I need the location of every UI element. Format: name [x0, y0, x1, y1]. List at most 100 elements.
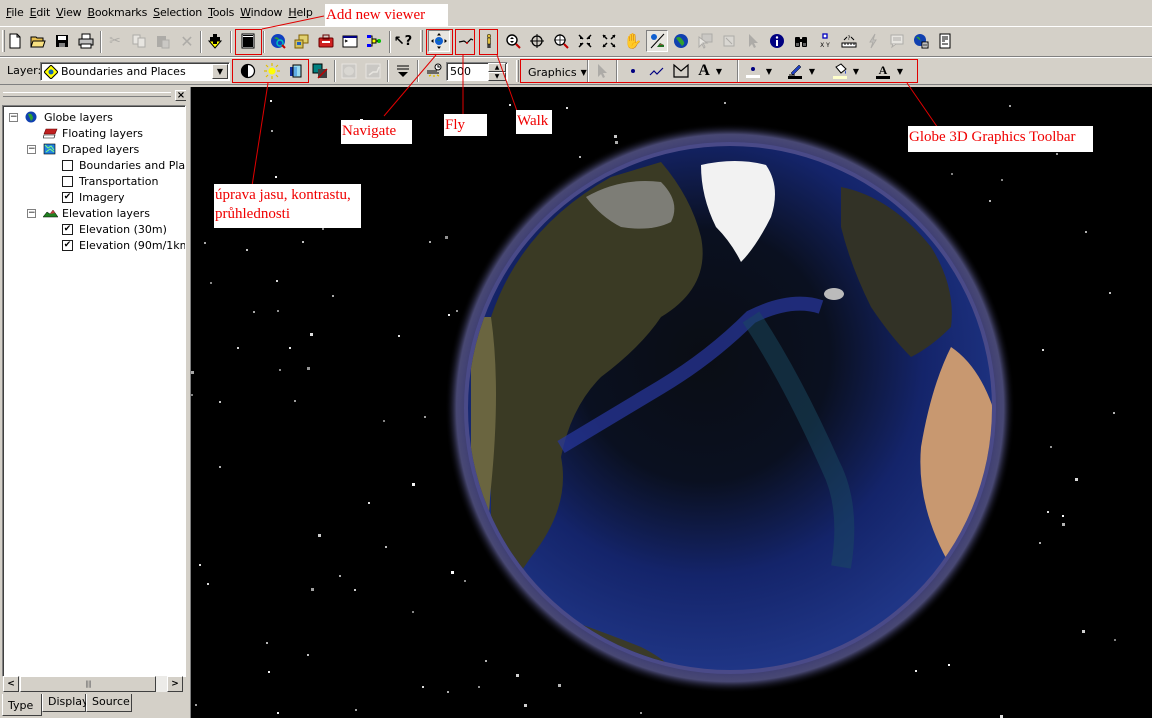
arctoolbox-button[interactable] [291, 30, 313, 52]
navigate-button[interactable] [428, 30, 450, 52]
marker-color-button[interactable] [742, 60, 764, 82]
measure-button[interactable]: ? [838, 30, 860, 52]
tree-item-transportation[interactable]: Transportation [62, 173, 158, 189]
tree-item-floating-layers[interactable]: Floating layers [43, 125, 143, 141]
toolbar-grip[interactable] [420, 30, 423, 52]
swipe-layer-button[interactable] [309, 60, 331, 82]
tree-item-globe-layers[interactable]: Globe layers [25, 109, 113, 125]
brightness-button[interactable] [261, 60, 283, 82]
zoom-in-out-button[interactable] [502, 30, 524, 52]
cut-button[interactable]: ✂ [104, 30, 126, 52]
select-features-button[interactable] [694, 30, 716, 52]
print-button[interactable] [75, 30, 97, 52]
go-to-xy-button[interactable]: X Y [814, 30, 836, 52]
menu-edit[interactable]: Edit [27, 6, 54, 19]
menu-bookmarks[interactable]: Bookmarks [84, 6, 150, 19]
command-line-button[interactable] [339, 30, 361, 52]
toolbox-button[interactable] [315, 30, 337, 52]
collapse-icon[interactable]: − [27, 145, 36, 154]
chevron-down-icon[interactable]: ▼ [212, 64, 228, 79]
fill-color-dropdown[interactable]: ▼ [849, 60, 863, 82]
fill-color-button[interactable] [829, 60, 851, 82]
navigation-mode-button[interactable] [646, 30, 668, 52]
scroll-right-icon[interactable]: > [167, 676, 183, 692]
layer-combobox[interactable]: Boundaries and Places ▼ [40, 62, 230, 81]
fly-button[interactable] [455, 30, 477, 52]
menu-tools[interactable]: Tools [205, 6, 237, 19]
whats-this-button[interactable]: ↖? [392, 30, 414, 52]
toolbar-grip[interactable] [516, 60, 519, 82]
flicker-button[interactable] [338, 60, 360, 82]
properties-button[interactable] [934, 30, 956, 52]
swipe-button[interactable] [362, 60, 384, 82]
target-center-button[interactable] [526, 30, 548, 52]
flicker-rate-spinner[interactable]: ▲ ▼ [488, 63, 506, 81]
graphics-dropdown-menu[interactable]: Graphics ▼ [525, 61, 590, 83]
horizontal-scrollbar[interactable]: < |||| > [3, 676, 183, 692]
tab-display[interactable]: Display [42, 694, 89, 712]
time-slider-button[interactable] [910, 30, 932, 52]
hyperlink-button[interactable] [862, 30, 884, 52]
collapse-icon[interactable]: − [9, 113, 18, 122]
transparency-button[interactable] [285, 60, 307, 82]
layer-visibility-checkbox[interactable]: ✔ [62, 191, 73, 203]
copy-button[interactable] [128, 30, 150, 52]
layer-order-button[interactable] [392, 60, 414, 82]
spin-down-icon[interactable]: ▼ [488, 72, 506, 81]
tree-item-elevation-90m-1km[interactable]: ✔ Elevation (90m/1km) [62, 237, 185, 253]
layer-visibility-checkbox[interactable] [62, 175, 73, 187]
html-popup-button[interactable] [886, 30, 908, 52]
find-button[interactable] [790, 30, 812, 52]
fixed-zoom-out-button[interactable] [598, 30, 620, 52]
identify-button[interactable] [766, 30, 788, 52]
font-color-dropdown[interactable]: ▼ [893, 60, 907, 82]
open-button[interactable] [27, 30, 49, 52]
collapse-icon[interactable]: − [27, 209, 36, 218]
new-document-button[interactable] [4, 30, 26, 52]
menu-view[interactable]: View [53, 6, 84, 19]
select-elements-button[interactable] [742, 30, 764, 52]
modelbuilder-button[interactable] [363, 30, 385, 52]
menu-help[interactable]: Help [285, 6, 315, 19]
add-new-viewer-button[interactable] [237, 30, 259, 52]
tree-item-draped-layers[interactable]: Draped layers [43, 141, 139, 157]
text-options-dropdown[interactable]: ▼ [712, 60, 726, 82]
layer-visibility-checkbox[interactable]: ✔ [62, 239, 73, 251]
tab-source[interactable]: Source [86, 694, 132, 712]
globe-3d-viewer[interactable] [191, 87, 1152, 718]
zoom-to-target-button[interactable] [550, 30, 572, 52]
new-point-button[interactable] [622, 60, 644, 82]
save-button[interactable] [51, 30, 73, 52]
paste-button[interactable] [152, 30, 174, 52]
new-line-button[interactable] [646, 60, 668, 82]
tree-item-boundaries-and-places[interactable]: Boundaries and Places [62, 157, 185, 173]
line-color-button[interactable] [784, 60, 806, 82]
graphics-select-button[interactable] [591, 60, 613, 82]
scroll-thumb[interactable]: |||| [20, 676, 156, 692]
tree-item-elevation-30m[interactable]: ✔ Elevation (30m) [62, 221, 167, 237]
contrast-button[interactable] [237, 60, 259, 82]
walk-button[interactable] [478, 30, 500, 52]
menu-window[interactable]: Window [237, 6, 285, 19]
tree-item-imagery[interactable]: ✔ Imagery [62, 189, 124, 205]
delete-button[interactable]: ✕ [176, 30, 198, 52]
font-color-button[interactable]: A [872, 60, 894, 82]
fixed-zoom-in-button[interactable] [574, 30, 596, 52]
layer-visibility-checkbox[interactable] [62, 159, 73, 171]
add-data-button[interactable] [204, 30, 226, 52]
tab-type[interactable]: Type [2, 694, 42, 716]
marker-color-dropdown[interactable]: ▼ [762, 60, 776, 82]
panel-grip[interactable] [3, 92, 171, 97]
tree-item-elevation-layers[interactable]: Elevation layers [43, 205, 150, 221]
menu-selection[interactable]: Selection [150, 6, 205, 19]
scroll-left-icon[interactable]: < [3, 676, 19, 692]
full-extent-button[interactable] [670, 30, 692, 52]
layer-visibility-checkbox[interactable]: ✔ [62, 223, 73, 235]
pan-button[interactable]: ✋ [622, 30, 644, 52]
line-color-dropdown[interactable]: ▼ [805, 60, 819, 82]
new-polygon-button[interactable] [670, 60, 692, 82]
spin-up-icon[interactable]: ▲ [488, 63, 506, 72]
clear-selection-button[interactable] [718, 30, 740, 52]
menu-file[interactable]: File [3, 6, 27, 19]
arccatalog-button[interactable] [267, 30, 289, 52]
